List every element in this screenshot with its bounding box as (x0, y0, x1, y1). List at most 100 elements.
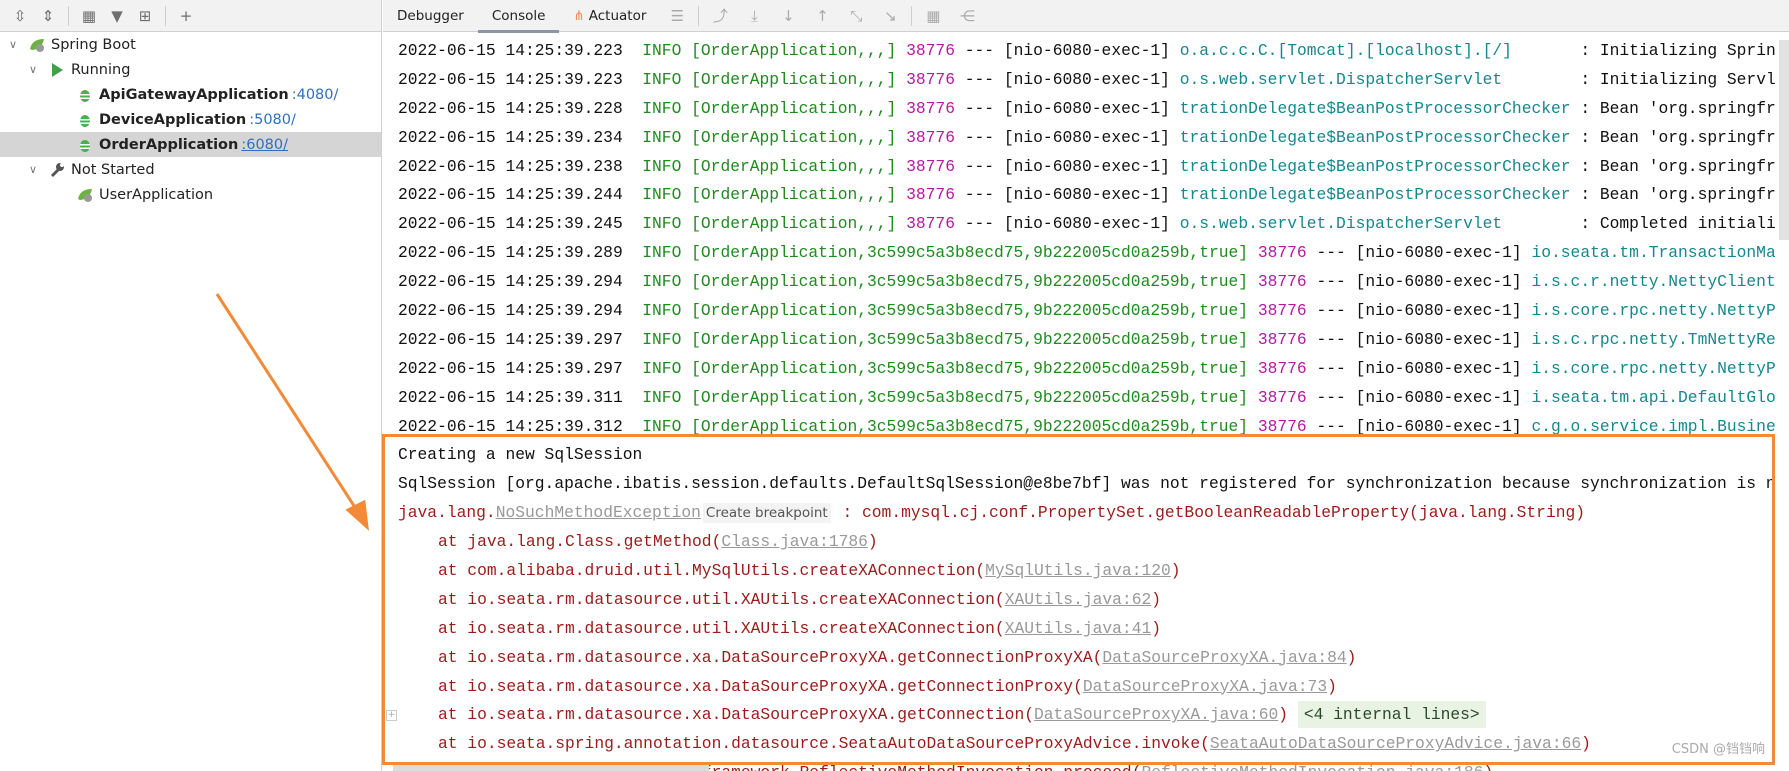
log-separator: --- (1316, 301, 1346, 321)
log-message: : Bean 'org.springframework (1580, 156, 1775, 176)
evaluate-expression-icon[interactable]: ▦ (916, 7, 950, 25)
log-thread: [nio-6080-exec-1] (1003, 41, 1170, 60)
log-timestamp: 2022-06-15 14:25:39.297 (398, 358, 623, 378)
trace-icon[interactable]: ⋲ (950, 7, 984, 25)
debug-bug-icon (76, 111, 94, 129)
paren: ) (1170, 561, 1181, 581)
create-breakpoint-button[interactable]: Create breakpoint (702, 503, 831, 524)
log-pid: 38776 (906, 214, 955, 234)
show-execution-point-icon[interactable]: ⤴ (703, 5, 737, 26)
fold-expand-icon[interactable]: + (386, 710, 397, 722)
source-link[interactable]: DataSourceProxyXA.java:73 (1083, 677, 1327, 696)
log-level: INFO (632, 156, 682, 176)
stack-frame: at java.lang.Class.getMethod(Class.java:… (398, 528, 1775, 557)
add-icon[interactable]: + (174, 4, 198, 28)
log-message: : Bean 'org.springframework (1580, 127, 1775, 147)
log-logger: i.seata.tm.api.DefaultGlobalTransaction (1531, 387, 1775, 407)
log-pid: 38776 (1257, 243, 1307, 263)
stack-method: at io.seata.rm.datasource.util.XAUtils.c… (438, 618, 1005, 638)
paren: ) (867, 532, 878, 552)
log-separator: --- (964, 41, 995, 60)
log-thread: [nio-6080-exec-1] (1003, 69, 1170, 89)
log-thread: [nio-6080-exec-1] (1003, 185, 1170, 205)
toolbar-divider (68, 5, 69, 26)
app-name: OrderApplication (99, 136, 239, 153)
chevron-down-icon[interactable]: ∨ (26, 163, 40, 176)
log-line: 2022-06-15 14:25:39.312 INFO [OrderAppli… (398, 413, 1775, 442)
step-out-icon[interactable]: ↑ (805, 7, 839, 25)
expand-all-icon[interactable]: ⇳ (8, 4, 32, 28)
tree-node-app[interactable]: UserApplication (0, 182, 381, 207)
log-separator: --- (1316, 358, 1346, 378)
source-link[interactable]: XAUtils.java:41 (1005, 619, 1152, 638)
horizontal-scrollbar[interactable] (393, 763, 709, 771)
log-line: 2022-06-15 14:25:39.223 INFO [OrderAppli… (398, 66, 1775, 95)
app-name: DeviceApplication (99, 111, 247, 128)
log-pid: 38776 (906, 185, 955, 205)
step-over-icon[interactable]: ⤓ (737, 7, 771, 25)
source-link[interactable]: DataSourceProxyXA.java:60 (1034, 705, 1278, 724)
tree-node-app[interactable]: ApiGatewayApplication :4080/ (0, 82, 381, 107)
app-port-link[interactable]: :4080/ (292, 87, 339, 103)
chevron-down-icon[interactable]: ∨ (26, 63, 40, 76)
spring-boot-icon (76, 186, 94, 204)
log-line: 2022-06-15 14:25:39.289 INFO [OrderAppli… (398, 239, 1775, 268)
log-level: INFO (632, 98, 682, 118)
tree-node-running[interactable]: ∨ Running (0, 57, 381, 82)
menu-icon[interactable]: ☰ (660, 7, 694, 25)
stack-method: at java.lang.Class.getMethod( (438, 532, 722, 552)
source-link[interactable]: ReflectiveMethodInvocation.java:186 (1141, 763, 1483, 771)
log-separator: --- (964, 185, 995, 205)
log-level: INFO (632, 69, 682, 89)
log-message: : Completed initialization (1580, 214, 1775, 234)
paren: ) (1483, 763, 1493, 771)
tab-label: Actuator (588, 7, 647, 24)
stack-frame: at io.seata.spring.annotation.datasource… (398, 730, 1775, 759)
tree-node-app[interactable]: DeviceApplication :5080/ (0, 107, 381, 132)
filter-icon[interactable]: ▼ (105, 4, 129, 28)
stack-method: at com.alibaba.druid.util.MySqlUtils.cre… (438, 561, 986, 581)
log-logger: c.g.o.service.impl.BusinessServiceImpl (1531, 416, 1775, 436)
tree-node-spring-boot[interactable]: ∨ Spring Boot (0, 32, 381, 57)
tree-node-app-selected[interactable]: OrderApplication :6080/ (0, 132, 381, 157)
run-to-cursor-icon[interactable]: ↘ (873, 7, 907, 25)
log-message: : Initializing Spring embedded WebApplic… (1580, 41, 1775, 60)
source-link[interactable]: MySqlUtils.java:120 (985, 561, 1171, 580)
log-level: INFO (632, 185, 682, 205)
tab-actuator[interactable]: ⋔ Actuator (559, 0, 660, 32)
collapse-all-icon[interactable]: ⇕ (36, 4, 60, 28)
group-icon[interactable]: ▦ (77, 4, 101, 28)
app-port-link[interactable]: :6080/ (241, 137, 288, 153)
console-panel: Debugger Console ⋔ Actuator ☰ ⤴ ⤓ ↓ ↑ ⤡ … (383, 0, 1789, 771)
console-text: SqlSession [org.apache.ibatis.session.de… (398, 474, 1775, 494)
log-timestamp: 2022-06-15 14:25:39.294 (398, 301, 623, 321)
log-thread: [nio-6080-exec-1] (1355, 358, 1522, 378)
debug-bug-icon (76, 136, 94, 154)
source-link[interactable]: Class.java:1786 (721, 532, 868, 551)
internal-lines-fold[interactable]: <4 internal lines> (1297, 701, 1486, 729)
watermark: CSDN @铛铛响 (1671, 742, 1765, 757)
app-port-link[interactable]: :5080/ (249, 112, 296, 128)
log-timestamp: 2022-06-15 14:25:39.238 (398, 156, 623, 176)
log-line: 2022-06-15 14:25:39.294 INFO [OrderAppli… (398, 297, 1775, 326)
log-separator: --- (1316, 329, 1346, 349)
toolbar-divider (698, 5, 700, 26)
tab-console[interactable]: Console (477, 0, 560, 33)
log-trace: [OrderApplication,,,] (691, 69, 897, 89)
source-link[interactable]: DataSourceProxyXA.java:84 (1102, 648, 1346, 667)
step-into-icon[interactable]: ↓ (771, 7, 805, 25)
app-name: UserApplication (99, 186, 214, 203)
log-pid: 38776 (1257, 416, 1307, 436)
add-frame-icon[interactable]: ⊞ (133, 4, 157, 28)
drop-frame-icon[interactable]: ⤡ (839, 7, 873, 25)
tab-debugger[interactable]: Debugger (383, 0, 478, 32)
vertical-scrollbar[interactable] (1779, 40, 1789, 240)
chevron-down-icon[interactable]: ∨ (6, 38, 20, 51)
log-trace: [OrderApplication,3c599c5a3b8ecd75,9b222… (691, 243, 1249, 263)
log-timestamp: 2022-06-15 14:25:39.245 (398, 214, 623, 234)
source-link[interactable]: XAUtils.java:62 (1005, 590, 1152, 609)
tree-node-not-started[interactable]: ∨ Not Started (0, 157, 381, 182)
console-output[interactable]: 2022-06-15 14:25:39.223 INFO [OrderAppli… (383, 33, 1775, 771)
exception-class-link[interactable]: NoSuchMethodException (496, 503, 701, 522)
source-link[interactable]: SeataAutoDataSourceProxyAdvice.java:66 (1210, 734, 1581, 753)
